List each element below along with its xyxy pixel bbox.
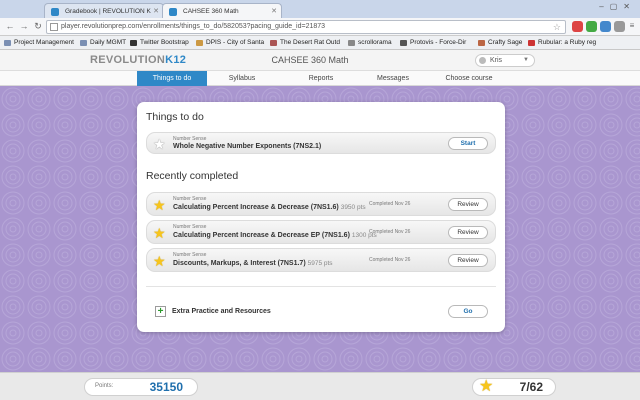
bookmark-icon [400, 40, 407, 46]
lesson-category: Number Sense [173, 196, 207, 202]
bookmark-item[interactable]: Rubular: a Ruby reg [528, 36, 596, 49]
lesson-category: Number Sense [173, 136, 207, 142]
bookmarks-bar: Project Management Daily MGMT Twitter Bo… [0, 36, 640, 50]
avatar [479, 57, 486, 64]
tab-choose-course[interactable]: Choose course [432, 71, 506, 86]
content-card: Things to do ★ Number Sense Whole Negati… [137, 102, 505, 332]
address-bar[interactable]: player.revolutionprep.com/enrollments/th… [46, 20, 566, 34]
tab-things-to-do[interactable]: Things to do [137, 71, 207, 86]
bookmark-item[interactable]: Protovis - Force-Dir [400, 36, 466, 49]
back-icon[interactable]: ← [4, 20, 16, 32]
divider [146, 286, 496, 287]
tab-title: Gradebook | REVOLUTION K [65, 8, 151, 15]
completed-date: Completed Nov 26 [369, 229, 411, 235]
recently-completed-heading: Recently completed [146, 170, 239, 182]
lesson-points: 5975 pts [307, 260, 333, 267]
lesson-title: Calculating Percent Increase & Decrease … [173, 204, 366, 211]
completed-lesson-row[interactable]: ★ Number Sense Discounts, Markups, & Int… [146, 248, 496, 272]
bookmark-icon [196, 40, 203, 46]
close-icon[interactable]: ✕ [153, 4, 159, 18]
plus-icon: + [155, 306, 166, 317]
points-label: Points: [95, 383, 114, 389]
bookmark-icon [478, 40, 485, 46]
user-menu[interactable]: Kris ▼ [475, 54, 535, 67]
points-box: Points: 35150 [84, 378, 198, 396]
lesson-title: Discounts, Markups, & Interest (7NS1.7) … [173, 260, 333, 267]
wrench-icon[interactable]: ≡ [626, 20, 638, 32]
bookmark-star-icon[interactable]: ☆ [553, 21, 561, 33]
extension-icon[interactable] [600, 21, 611, 32]
stars-box: ★ 7/62 [472, 378, 556, 396]
bookmark-icon [348, 40, 355, 46]
points-value: 35150 [149, 380, 183, 394]
chevron-down-icon: ▼ [523, 57, 529, 63]
extension-icon[interactable] [586, 21, 597, 32]
app-nav: Things to do Syllabus Reports Messages C… [0, 71, 640, 86]
revolution-k12-logo[interactable]: REVOLUTIONK12 [90, 54, 186, 66]
review-button[interactable]: Review [448, 198, 488, 211]
lesson-category: Number Sense [173, 224, 207, 230]
star-filled-icon: ★ [153, 225, 166, 241]
folder-icon [4, 40, 11, 46]
page-icon [50, 23, 58, 31]
course-title: CAHSEE 360 Math [271, 55, 349, 65]
close-icon[interactable]: ✕ [271, 4, 277, 18]
completed-date: Completed Nov 26 [369, 257, 411, 263]
bookmark-item[interactable]: The Desert Rat Outd [270, 36, 340, 49]
tab-title: CAHSEE 360 Math [183, 8, 239, 15]
app-header: REVOLUTIONK12 CAHSEE 360 Math Kris ▼ [0, 50, 640, 71]
lesson-title: Whole Negative Number Exponents (7NS2.1) [173, 143, 322, 150]
forward-icon[interactable]: → [18, 20, 30, 32]
start-button[interactable]: Start [448, 137, 488, 150]
reload-icon[interactable]: ↻ [32, 20, 44, 32]
window-controls[interactable]: –▢✕ [599, 2, 636, 11]
things-to-do-heading: Things to do [146, 111, 204, 123]
browser-toolbar: ← → ↻ player.revolutionprep.com/enrollme… [0, 18, 640, 36]
user-name: Kris [490, 57, 503, 64]
lesson-points: 3950 pts [340, 204, 366, 211]
bookmark-item[interactable]: DPIS - City of Santa [196, 36, 264, 49]
bookmark-item[interactable]: Project Management [4, 36, 74, 49]
completed-lesson-row[interactable]: ★ Number Sense Calculating Percent Incre… [146, 220, 496, 244]
browser-tabstrip: Gradebook | REVOLUTION K ✕ CAHSEE 360 Ma… [0, 0, 640, 18]
star-filled-icon: ★ [153, 197, 166, 213]
bookmark-item[interactable]: Daily MGMT [80, 36, 126, 49]
favicon-icon [169, 8, 177, 16]
stars-count: 7/62 [519, 380, 543, 394]
star-filled-icon: ★ [153, 253, 166, 269]
star-empty-icon: ★ [153, 136, 166, 152]
bookmark-item[interactable]: scrollorama [348, 36, 392, 49]
lesson-title: Calculating Percent Increase & Decrease … [173, 232, 377, 239]
tab-reports[interactable]: Reports [286, 71, 356, 86]
tab-syllabus[interactable]: Syllabus [207, 71, 277, 86]
favicon-icon [51, 8, 59, 16]
go-button[interactable]: Go [448, 305, 488, 318]
star-filled-icon: ★ [479, 378, 494, 395]
extra-practice-row[interactable]: + Extra Practice and Resources Go [146, 300, 496, 322]
bookmark-icon [528, 40, 535, 46]
extension-icon[interactable] [614, 21, 625, 32]
review-button[interactable]: Review [448, 226, 488, 239]
bookmark-icon [130, 40, 137, 46]
bookmark-icon [270, 40, 277, 46]
review-button[interactable]: Review [448, 254, 488, 267]
footer: Points: 35150 ★ 7/62 [0, 372, 640, 400]
lesson-category: Number Sense [173, 252, 207, 258]
url-text: player.revolutionprep.com/enrollments/th… [61, 23, 326, 30]
extra-practice-label: Extra Practice and Resources [172, 308, 271, 315]
tab-messages[interactable]: Messages [358, 71, 428, 86]
folder-icon [80, 40, 87, 46]
bookmark-item[interactable]: Crafty Sage [478, 36, 522, 49]
browser-tab-cahsee[interactable]: CAHSEE 360 Math ✕ [162, 3, 282, 18]
browser-tab-gradebook[interactable]: Gradebook | REVOLUTION K ✕ [44, 3, 164, 18]
completed-lesson-row[interactable]: ★ Number Sense Calculating Percent Incre… [146, 192, 496, 216]
bookmark-item[interactable]: Twitter Bootstrap [130, 36, 189, 49]
main-content: Things to do ★ Number Sense Whole Negati… [0, 86, 640, 372]
todo-lesson-row[interactable]: ★ Number Sense Whole Negative Number Exp… [146, 132, 496, 154]
extension-icon[interactable] [572, 21, 583, 32]
completed-date: Completed Nov 26 [369, 201, 411, 207]
